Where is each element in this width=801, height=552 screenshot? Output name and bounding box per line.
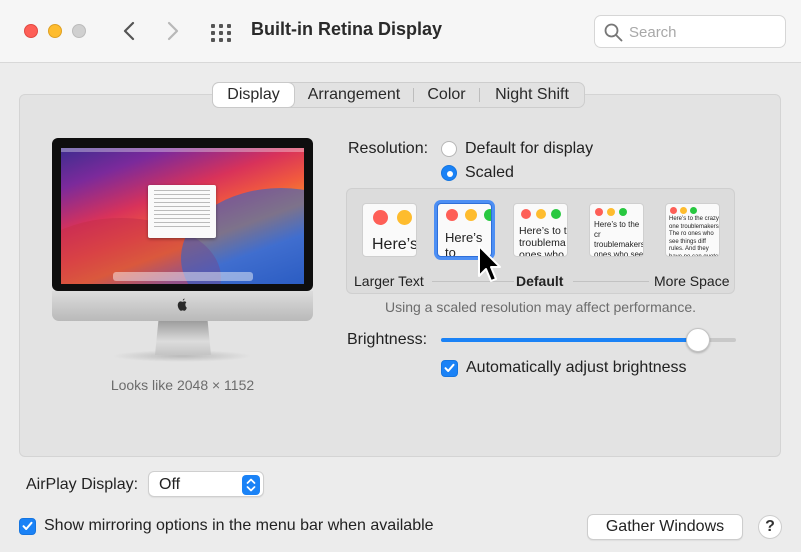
scale-option-5[interactable]: Here’s to the crazy one troublemakers. T… bbox=[665, 203, 720, 257]
tab-display[interactable]: Display bbox=[213, 83, 294, 107]
monitor-bezel bbox=[52, 138, 313, 291]
auto-brightness-checkbox[interactable]: Automatically adjust brightness bbox=[441, 359, 687, 377]
resolution-label: Resolution: bbox=[348, 140, 429, 157]
tab-arrangement[interactable]: Arrangement bbox=[295, 83, 413, 107]
radio-label: Scaled bbox=[465, 164, 514, 181]
window-controls bbox=[446, 209, 491, 221]
show-all-grid-button[interactable] bbox=[208, 18, 236, 46]
mirroring-options-checkbox[interactable]: Show mirroring options in the menu bar w… bbox=[19, 517, 434, 535]
window-controls bbox=[521, 209, 561, 219]
radio-button-selected[interactable] bbox=[441, 165, 457, 181]
gather-windows-button[interactable]: Gather Windows bbox=[587, 514, 743, 540]
search-field[interactable] bbox=[594, 15, 786, 48]
title-bar: Built-in Retina Display bbox=[0, 0, 801, 63]
airplay-select[interactable]: Off bbox=[148, 471, 264, 497]
search-icon bbox=[604, 23, 623, 42]
scale-track-right bbox=[573, 281, 649, 282]
preview-text: Here’s bbox=[372, 236, 417, 253]
scale-label-more-space: More Space bbox=[654, 273, 730, 289]
zoom-button bbox=[72, 24, 86, 38]
back-button[interactable] bbox=[114, 16, 144, 46]
window-controls bbox=[373, 210, 412, 225]
mouse-pointer-icon bbox=[478, 245, 501, 282]
radio-button[interactable] bbox=[441, 141, 457, 157]
radio-default-for-display[interactable]: Default for display bbox=[441, 140, 593, 158]
brightness-slider-knob[interactable] bbox=[685, 328, 710, 352]
help-button[interactable]: ? bbox=[758, 515, 782, 539]
forward-button bbox=[158, 16, 188, 46]
scale-option-1[interactable]: Here’s bbox=[362, 203, 417, 257]
checkbox-checked[interactable] bbox=[441, 359, 458, 377]
display-illustration bbox=[52, 138, 313, 362]
airplay-label: AirPlay Display: bbox=[26, 476, 139, 493]
scale-label-larger-text: Larger Text bbox=[354, 273, 424, 289]
minimize-button[interactable] bbox=[48, 24, 62, 38]
scale-option-3[interactable]: Here’s to t troublema ones who bbox=[513, 203, 568, 257]
preview-text: Here’s to t troublema ones who bbox=[519, 225, 567, 257]
window-controls bbox=[670, 207, 697, 214]
chevron-left-icon bbox=[123, 21, 135, 41]
brightness-slider-fill bbox=[441, 338, 698, 342]
checkmark-icon bbox=[444, 363, 455, 372]
scale-option-4[interactable]: Here’s to the cr troublemakers. ones who… bbox=[589, 203, 644, 257]
checkbox-label: Automatically adjust brightness bbox=[466, 359, 687, 376]
window-controls bbox=[595, 208, 627, 216]
search-input[interactable] bbox=[629, 22, 779, 42]
menu-bar bbox=[61, 148, 304, 152]
radio-label: Default for display bbox=[465, 140, 594, 157]
brightness-slider[interactable] bbox=[441, 328, 736, 352]
tab-bar: Display Arrangement Color Night Shift bbox=[212, 82, 585, 108]
chevron-right-icon bbox=[167, 21, 179, 41]
preview-text: Here’s to the cr troublemakers. ones who… bbox=[594, 220, 644, 257]
apple-logo-icon bbox=[177, 298, 187, 311]
checkbox-checked[interactable] bbox=[19, 517, 36, 535]
brightness-label: Brightness: bbox=[347, 331, 428, 348]
tab-color[interactable]: Color bbox=[414, 83, 479, 107]
checkmark-icon bbox=[22, 521, 33, 530]
tab-night-shift[interactable]: Night Shift bbox=[480, 83, 584, 107]
document-window bbox=[148, 185, 216, 238]
resolution-summary: Looks like 2048 × 1152 bbox=[110, 377, 255, 393]
checkbox-label: Show mirroring options in the menu bar w… bbox=[44, 517, 434, 534]
airplay-select-value: Off bbox=[159, 476, 181, 493]
scale-label-default: Default bbox=[516, 273, 564, 289]
performance-note: Using a scaled resolution may affect per… bbox=[384, 299, 696, 315]
grid-icon bbox=[211, 24, 215, 28]
monitor-stand bbox=[155, 321, 211, 355]
preview-text: Here’s to the crazy one troublemakers. T… bbox=[669, 216, 720, 257]
desktop-wallpaper bbox=[61, 148, 304, 284]
window-title: Built-in Retina Display bbox=[251, 19, 443, 39]
close-button[interactable] bbox=[24, 24, 38, 38]
radio-scaled[interactable]: Scaled bbox=[441, 164, 514, 182]
dock bbox=[113, 272, 253, 281]
select-stepper-icon bbox=[242, 475, 260, 495]
monitor-chin bbox=[52, 291, 313, 321]
